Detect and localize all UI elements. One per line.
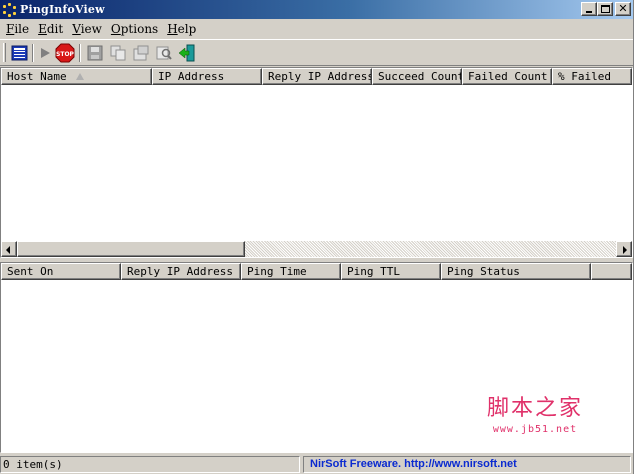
- find-button[interactable]: [153, 43, 175, 63]
- caption-buttons: ✕: [581, 2, 631, 16]
- scroll-right-icon: [623, 246, 627, 254]
- column-reply-ip-address[interactable]: Reply IP Address: [121, 263, 241, 280]
- svg-text:STOP: STOP: [56, 51, 75, 58]
- column-ping-time[interactable]: Ping Time: [241, 263, 341, 280]
- window-edge: [633, 0, 638, 474]
- minimize-icon: [586, 11, 592, 13]
- column-ping-status[interactable]: Ping Status: [441, 263, 591, 280]
- save-button[interactable]: [84, 43, 106, 63]
- maximize-button[interactable]: [597, 2, 613, 16]
- play-icon: [41, 48, 50, 58]
- scroll-right-button[interactable]: [616, 241, 632, 257]
- column-failed-count[interactable]: Failed Count: [462, 68, 552, 85]
- menu-options[interactable]: Options: [107, 22, 163, 36]
- column-sent-on[interactable]: Sent On: [1, 263, 121, 280]
- title-bar[interactable]: PingInfoView ✕: [0, 0, 633, 19]
- app-icon: [3, 2, 17, 17]
- window-title: PingInfoView: [20, 3, 105, 16]
- watermark: 脚本之家 www.jb51.net: [486, 396, 583, 435]
- toolbar: STOP: [0, 39, 633, 66]
- column-host-name[interactable]: Host Name: [1, 68, 152, 85]
- ping-results-list[interactable]: Sent On Reply IP Address Ping Time Ping …: [0, 262, 633, 453]
- status-bar: 0 item(s) NirSoft Freeware. http://www.n…: [0, 455, 633, 474]
- hosts-list[interactable]: Host Name IP Address Reply IP Address Su…: [0, 67, 633, 258]
- maximize-icon: [601, 5, 610, 13]
- column-percent-failed[interactable]: % Failed: [552, 68, 632, 85]
- scroll-left-icon: [6, 246, 10, 254]
- menu-edit[interactable]: Edit: [34, 22, 68, 36]
- minimize-button[interactable]: [581, 2, 597, 16]
- scroll-left-button[interactable]: [1, 241, 17, 257]
- stop-icon: STOP: [55, 43, 75, 63]
- column-filler: [591, 263, 632, 280]
- nirsoft-link[interactable]: NirSoft Freeware. http://www.nirsoft.net: [303, 456, 631, 473]
- copy-icon: [110, 45, 126, 61]
- exit-icon: [178, 44, 195, 62]
- find-icon: [156, 46, 172, 60]
- ping-results-header: Sent On Reply IP Address Ping Time Ping …: [1, 263, 632, 280]
- copy-button[interactable]: [107, 43, 129, 63]
- sort-ascending-icon: [76, 73, 84, 80]
- close-icon: ✕: [618, 2, 628, 15]
- start-ping-button[interactable]: [34, 43, 56, 63]
- item-count: 0 item(s): [0, 456, 300, 473]
- column-reply-ip-address[interactable]: Reply IP Address: [262, 68, 372, 85]
- menu-file[interactable]: File: [2, 22, 34, 36]
- toolbar-grip[interactable]: [3, 43, 6, 62]
- menu-help[interactable]: Help: [163, 22, 201, 36]
- horizontal-scrollbar[interactable]: [1, 241, 632, 257]
- options-list-button[interactable]: [9, 43, 31, 63]
- column-ping-ttl[interactable]: Ping TTL: [341, 263, 441, 280]
- column-ip-address[interactable]: IP Address: [152, 68, 262, 85]
- scrollbar-thumb[interactable]: [17, 241, 245, 257]
- html-report-button[interactable]: [130, 43, 152, 63]
- exit-button[interactable]: [176, 43, 198, 63]
- menu-view[interactable]: View: [68, 22, 107, 36]
- toolbar-separator: [79, 44, 81, 62]
- save-icon: [87, 45, 103, 61]
- hosts-list-header: Host Name IP Address Reply IP Address Su…: [1, 68, 632, 85]
- app-window: PingInfoView ✕ File Edit View Options He…: [0, 0, 633, 474]
- stop-ping-button[interactable]: STOP: [54, 43, 76, 63]
- options-list-icon: [11, 45, 28, 61]
- html-report-icon: [133, 45, 149, 61]
- menu-bar: File Edit View Options Help: [0, 20, 633, 38]
- column-succeed-count[interactable]: Succeed Count: [372, 68, 462, 85]
- close-button[interactable]: ✕: [615, 2, 631, 16]
